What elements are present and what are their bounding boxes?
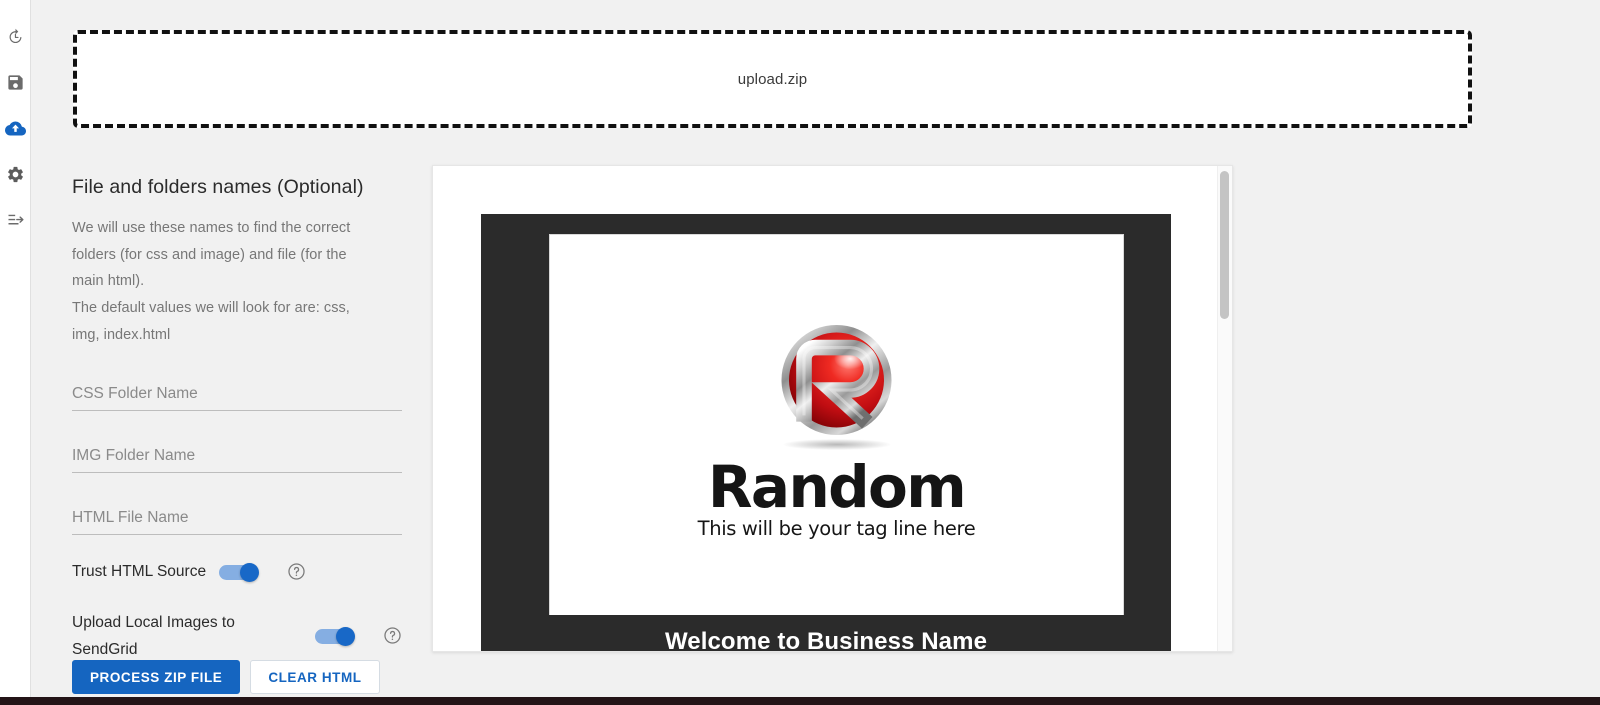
random-logo-icon [774, 320, 899, 445]
upload-local-images-help-icon[interactable] [383, 626, 402, 645]
cloud-upload-icon [5, 118, 26, 139]
brand-name: Random [707, 453, 967, 521]
toggle-knob [336, 626, 355, 646]
img-folder-input[interactable] [72, 446, 402, 465]
page-body: upload.zip File and folders names (Optio… [31, 0, 1600, 705]
dropzone-filename: upload.zip [737, 70, 808, 88]
gear-icon [6, 165, 25, 184]
toggle-knob [240, 562, 260, 582]
sidebar-rail [0, 0, 31, 705]
history-icon [6, 28, 25, 47]
process-zip-file-button[interactable]: PROCESS ZIP FILE [72, 660, 241, 694]
sidebar-item-logout[interactable] [0, 205, 31, 235]
description-line-2: folders (for css and image) and file (fo… [72, 246, 347, 263]
sidebar-item-settings[interactable] [0, 159, 31, 189]
zip-dropzone[interactable]: upload.zip [73, 30, 1472, 128]
app-root: upload.zip File and folders names (Optio… [0, 0, 1600, 705]
sidebar-item-history[interactable] [0, 22, 31, 52]
preview-scrollbar-thumb[interactable] [1220, 171, 1229, 319]
upload-local-images-toggle[interactable] [315, 626, 359, 646]
trust-html-source-help-icon[interactable] [287, 562, 306, 581]
form-description: We will use these names to find the corr… [72, 215, 402, 349]
trust-html-source-toggle[interactable] [219, 562, 263, 582]
css-folder-field[interactable] [72, 370, 402, 411]
email-preview-card: Random This will be your tag line here W… [432, 165, 1233, 652]
email-hero-panel: Random This will be your tag line here [549, 234, 1124, 615]
brand-tagline: This will be your tag line here [697, 517, 976, 540]
form-actions: PROCESS ZIP FILE CLEAR HTML [72, 660, 380, 694]
css-folder-input[interactable] [72, 384, 402, 403]
settings-form: File and folders names (Optional) We wil… [72, 176, 402, 663]
upload-local-images-label: Upload Local Images to SendGrid [72, 613, 235, 658]
brand-lockup: Random This will be your tag line here [550, 320, 1123, 540]
upload-local-images-row: Upload Local Images to SendGrid [72, 609, 402, 663]
window-bottom-edge [0, 697, 1600, 705]
html-file-input[interactable] [72, 508, 402, 527]
page-title: File and folders names (Optional) [72, 176, 364, 198]
sidebar-item-upload[interactable] [0, 113, 31, 143]
clear-html-button[interactable]: CLEAR HTML [250, 660, 380, 694]
preview-scrollbar[interactable] [1217, 166, 1232, 651]
trust-html-source-label: Trust HTML Source [72, 563, 207, 581]
sidebar-item-save[interactable] [0, 67, 31, 97]
img-folder-field[interactable] [72, 432, 402, 473]
description-line-5: img, index.html [72, 326, 171, 343]
html-file-field[interactable] [72, 494, 402, 535]
logout-icon [6, 210, 26, 230]
save-icon [6, 73, 25, 92]
trust-html-source-row: Trust HTML Source [72, 557, 402, 587]
description-line-1: We will use these names to find the corr… [72, 220, 351, 236]
email-body: Random This will be your tag line here W… [481, 214, 1171, 652]
description-line-4: The default values we will look for are:… [72, 300, 350, 317]
description-line-3: main html). [72, 273, 145, 290]
email-heading: Welcome to Business Name [664, 628, 988, 652]
